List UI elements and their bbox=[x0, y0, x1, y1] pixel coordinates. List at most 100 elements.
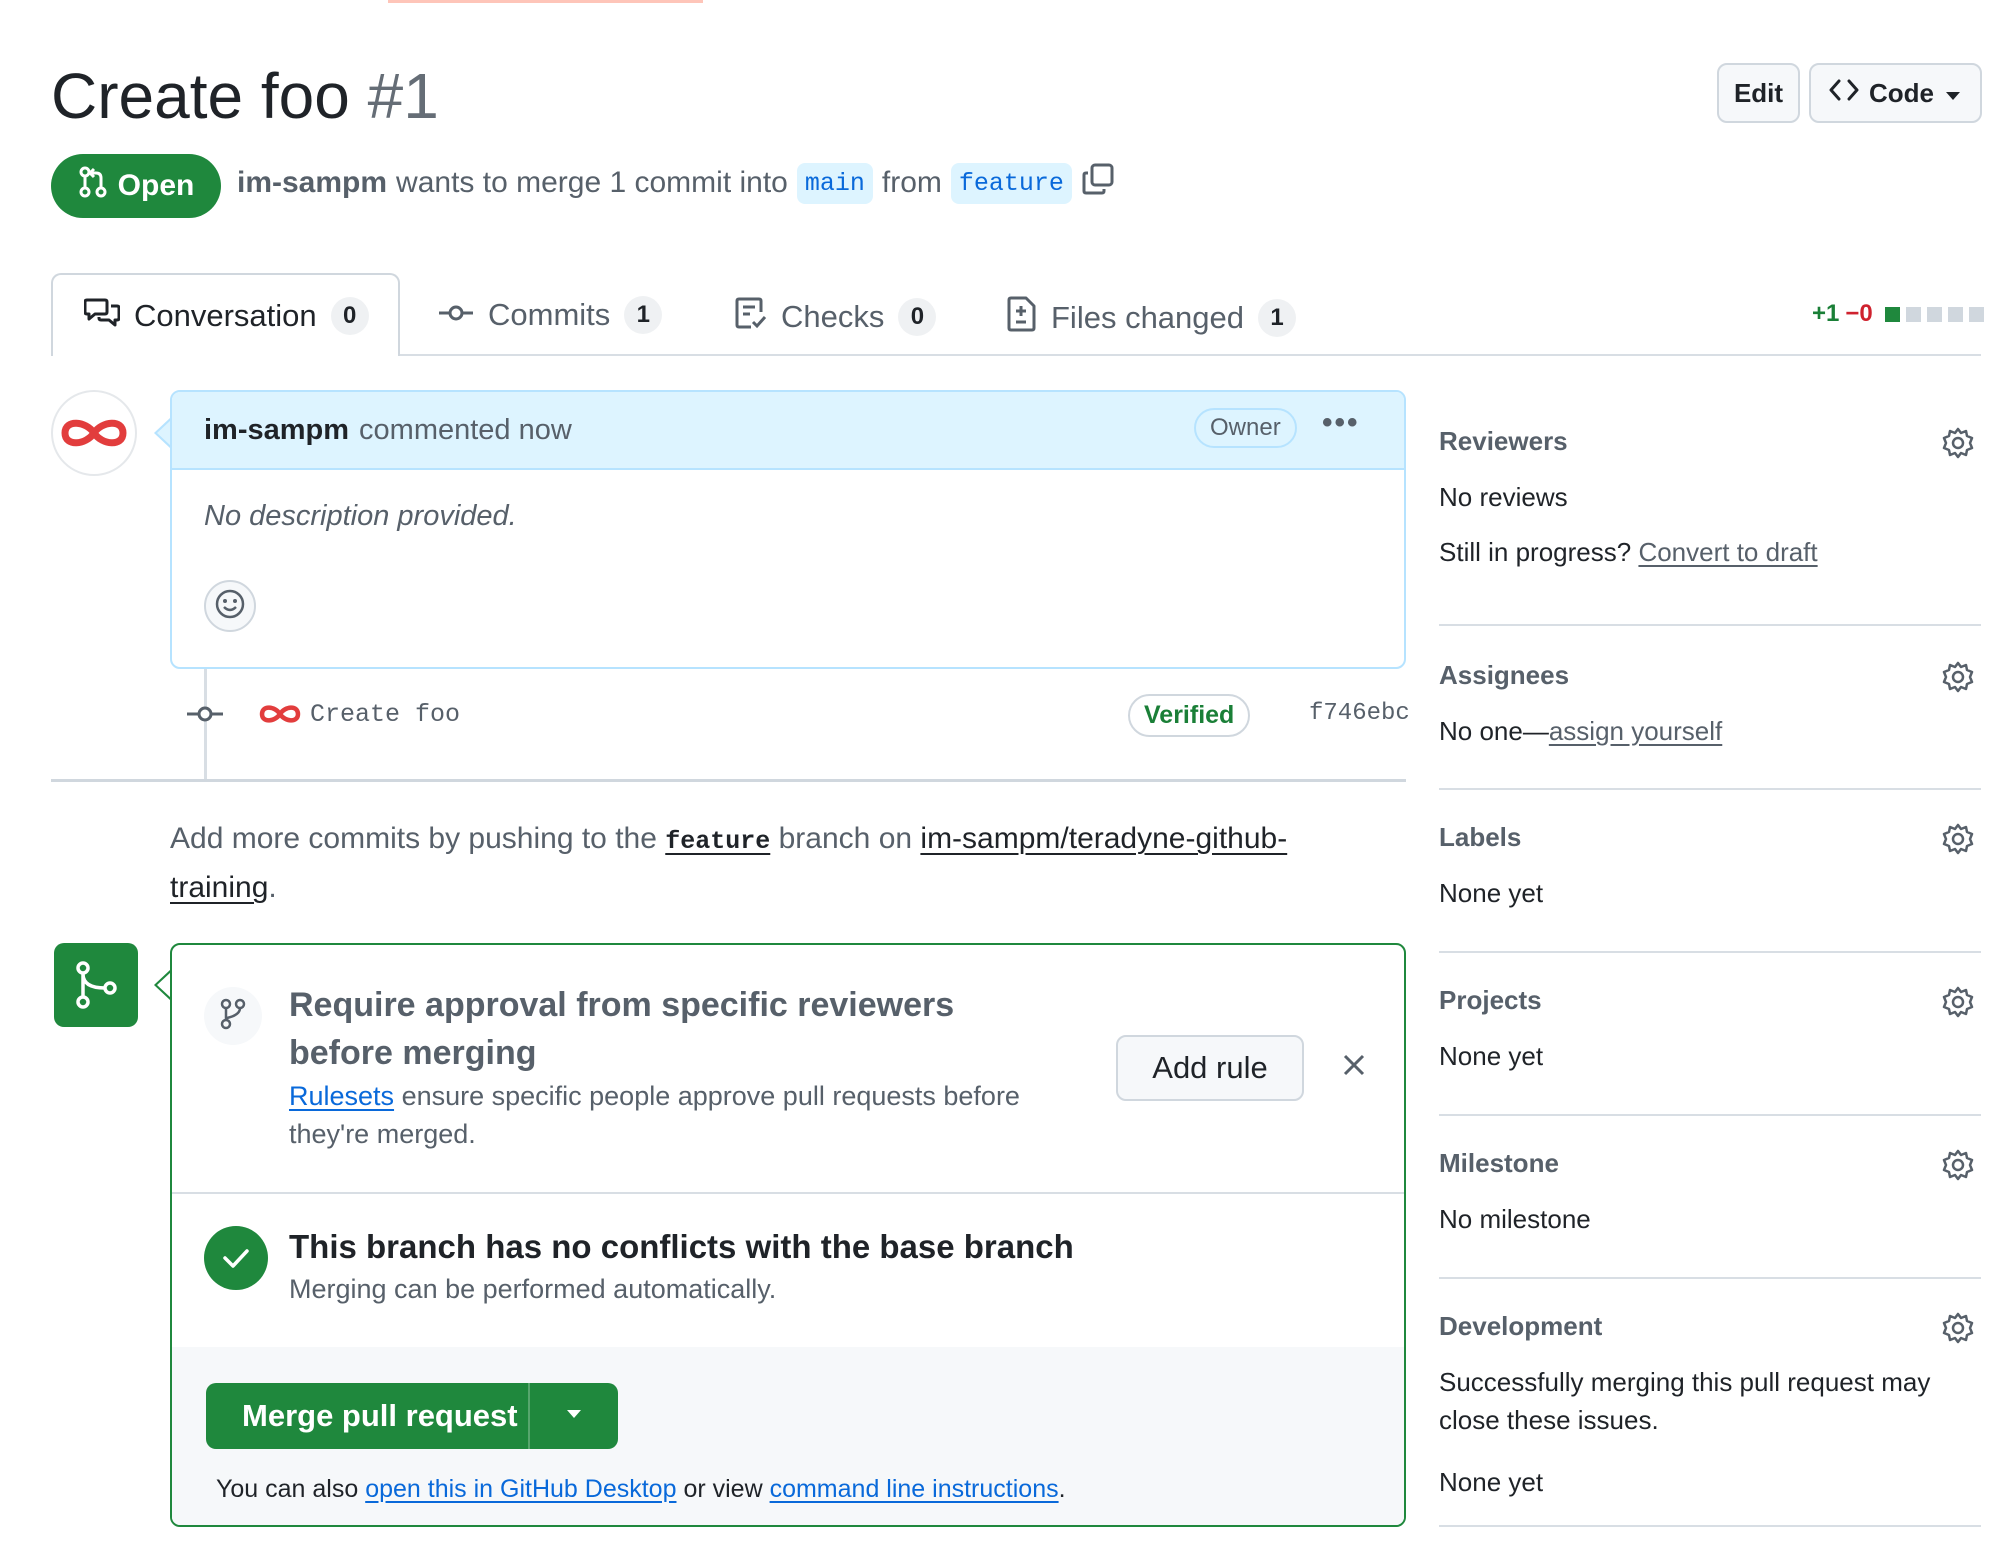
comment-author-link[interactable]: im-sampm bbox=[204, 414, 349, 447]
base-branch-label[interactable]: main bbox=[796, 162, 873, 204]
tab-conversation[interactable]: Conversation 0 bbox=[83, 296, 369, 336]
gear-icon[interactable] bbox=[1941, 822, 1975, 861]
diffstat-block-neutral bbox=[1968, 306, 1984, 322]
comment-body: No description provided. bbox=[204, 500, 517, 532]
edit-button-label: Edit bbox=[1733, 77, 1784, 108]
merge-pull-request-button[interactable]: Merge pull request bbox=[206, 1383, 618, 1449]
rulesets-link[interactable]: Rulesets bbox=[289, 1081, 394, 1111]
note-suffix: . bbox=[1058, 1475, 1066, 1503]
convert-to-draft-link[interactable]: Convert to draft bbox=[1638, 537, 1817, 567]
edit-button[interactable]: Edit bbox=[1717, 63, 1800, 123]
gear-icon[interactable] bbox=[1941, 985, 1975, 1024]
sidebar-milestone-value: No milestone bbox=[1439, 1204, 1591, 1234]
tab-counter: 0 bbox=[898, 298, 937, 336]
close-icon[interactable] bbox=[1342, 1047, 1366, 1086]
diffstat-block-neutral bbox=[1905, 306, 1921, 322]
merge-alternatives-note: You can also open this in GitHub Desktop… bbox=[216, 1475, 1066, 1504]
gear-icon[interactable] bbox=[1941, 660, 1975, 699]
diffstat-deletions: −0 bbox=[1845, 300, 1873, 327]
sidebar-reviewers: Reviewers No reviews Still in progress? … bbox=[1439, 390, 1981, 626]
timeline-divider bbox=[51, 779, 1406, 782]
command-line-instructions-link[interactable]: command line instructions bbox=[770, 1475, 1059, 1503]
sidebar-projects-value: None yet bbox=[1439, 1041, 1544, 1071]
caret-down-icon bbox=[1944, 78, 1962, 109]
merge-text: wants to merge 1 commit into bbox=[396, 166, 788, 199]
sidebar-development-value: None yet bbox=[1439, 1467, 1544, 1497]
push-note-prefix: Add more commits by pushing to the bbox=[170, 822, 657, 855]
kebab-horizontal-icon[interactable]: ••• bbox=[1322, 406, 1360, 440]
check-circle-icon bbox=[204, 1226, 268, 1290]
commit-sha-link[interactable]: f746ebc bbox=[1309, 700, 1410, 727]
pr-author-link[interactable]: im-sampm bbox=[237, 166, 387, 200]
git-commit-icon bbox=[186, 702, 224, 731]
copy-icon[interactable] bbox=[1081, 162, 1115, 204]
diffstat-additions: +1 bbox=[1812, 300, 1840, 327]
gear-icon[interactable] bbox=[1941, 1311, 1975, 1350]
tab-counter: 1 bbox=[1258, 299, 1297, 337]
caret-down-icon bbox=[565, 1407, 583, 1425]
top-accent-bar bbox=[388, 0, 703, 3]
sidebar-reviewers-value: No reviews bbox=[1439, 482, 1568, 512]
page-title: Create foo #1 bbox=[51, 56, 439, 136]
ruleset-icon-circle bbox=[204, 987, 262, 1045]
verified-badge[interactable]: Verified bbox=[1128, 694, 1251, 737]
merge-actions: Merge pull request You can also open thi… bbox=[172, 1347, 1404, 1525]
sidebar-development-title[interactable]: Development bbox=[1439, 1311, 1602, 1342]
checklist-icon bbox=[735, 296, 767, 338]
gear-icon[interactable] bbox=[1941, 426, 1975, 465]
diffstat-block-added bbox=[1884, 306, 1900, 322]
comment-card: im-sampm commented now Owner ••• No desc… bbox=[170, 390, 1406, 669]
tab-commits[interactable]: Commits 1 bbox=[438, 296, 663, 334]
assignees-none-text: No one— bbox=[1439, 716, 1549, 746]
sidebar-milestone-title[interactable]: Milestone bbox=[1439, 1148, 1559, 1179]
owner-badge: Owner bbox=[1194, 408, 1297, 448]
push-note-branch-link[interactable]: feature bbox=[665, 827, 770, 856]
from-text: from bbox=[881, 166, 942, 199]
tab-files-changed[interactable]: Files changed 1 bbox=[1007, 296, 1297, 340]
comment-timestamp[interactable]: commented now bbox=[359, 414, 572, 447]
sidebar-development-description: Successfully merging this pull request m… bbox=[1439, 1367, 1931, 1435]
add-reaction-button[interactable] bbox=[204, 580, 256, 632]
merge-method-dropdown[interactable] bbox=[530, 1383, 618, 1449]
sidebar-reviewers-title[interactable]: Reviewers bbox=[1439, 426, 1568, 457]
assign-yourself-link[interactable]: assign yourself bbox=[1549, 716, 1722, 746]
ruleset-suggestion: Require approval from specific reviewers… bbox=[172, 945, 1404, 1194]
sidebar-draft-note: Still in progress? Convert to draft bbox=[1439, 533, 1818, 571]
commit-author-avatar[interactable] bbox=[258, 702, 302, 731]
tab-checks[interactable]: Checks 0 bbox=[735, 296, 937, 338]
tab-label: Checks bbox=[781, 299, 885, 334]
avatar[interactable] bbox=[51, 390, 137, 476]
git-commit-icon bbox=[438, 297, 474, 333]
sidebar-labels-title[interactable]: Labels bbox=[1439, 822, 1521, 853]
diffstat-block-neutral bbox=[1947, 306, 1963, 322]
merge-button-label[interactable]: Merge pull request bbox=[206, 1383, 530, 1449]
ruleset-title: Require approval from specific reviewers… bbox=[289, 986, 955, 1072]
open-in-desktop-link[interactable]: open this in GitHub Desktop bbox=[365, 1475, 676, 1503]
merge-caret-inner bbox=[157, 972, 171, 998]
code-button-label: Code bbox=[1869, 77, 1934, 108]
git-branch-icon bbox=[219, 998, 247, 1035]
sidebar-assignees: Assignees No one—assign yourself bbox=[1439, 624, 1981, 790]
sidebar-labels: Labels None yet bbox=[1439, 788, 1981, 953]
state-badge-open: Open bbox=[51, 154, 221, 218]
gear-icon[interactable] bbox=[1941, 1148, 1975, 1187]
pr-title-text: Create foo bbox=[51, 60, 350, 132]
state-label: Open bbox=[117, 169, 195, 202]
add-rule-button[interactable]: Add rule bbox=[1116, 1035, 1304, 1101]
merge-status-description: Merging can be performed automatically. bbox=[289, 1274, 777, 1304]
sidebar-milestone: Milestone No milestone bbox=[1439, 1114, 1981, 1279]
tab-counter: 1 bbox=[624, 296, 663, 334]
diffstat: +1 −0 bbox=[1812, 300, 1984, 328]
push-note-suffix: . bbox=[268, 871, 277, 904]
timeline-commit-item: Create foo Verified f746ebc bbox=[186, 690, 1410, 738]
git-merge-icon bbox=[54, 943, 138, 1027]
tab-label: Conversation bbox=[134, 298, 317, 333]
add-rule-label: Add rule bbox=[1152, 1050, 1268, 1085]
sidebar-projects-title[interactable]: Projects bbox=[1439, 985, 1542, 1016]
head-branch-label[interactable]: feature bbox=[950, 162, 1072, 204]
sidebar-assignees-title[interactable]: Assignees bbox=[1439, 660, 1569, 691]
code-button[interactable]: Code bbox=[1809, 63, 1982, 123]
note-middle: or view bbox=[683, 1475, 763, 1503]
commit-message-link[interactable]: Create foo bbox=[310, 700, 460, 729]
diffstat-block-neutral bbox=[1926, 306, 1942, 322]
